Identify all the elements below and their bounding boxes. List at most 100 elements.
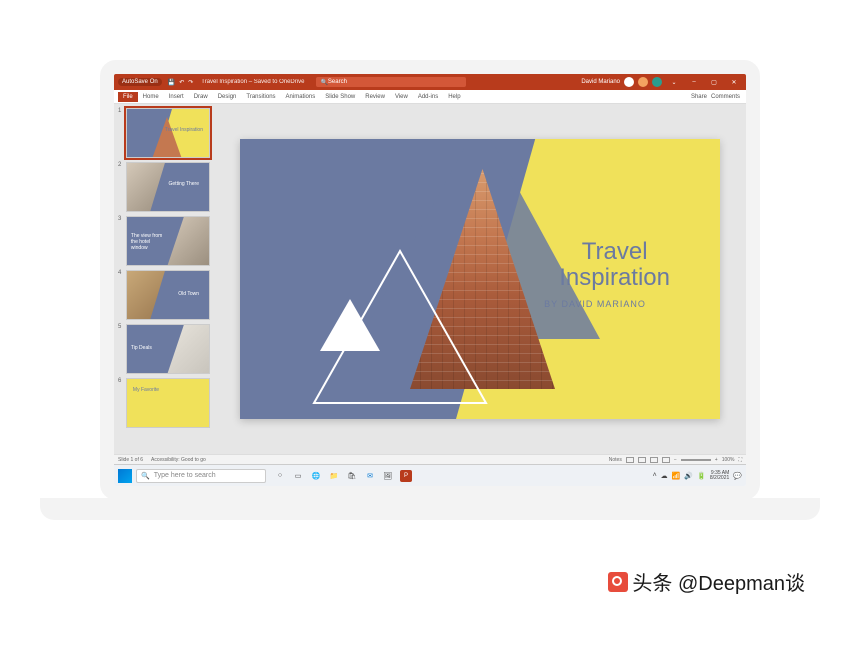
start-button[interactable] [118,469,132,483]
tab-design[interactable]: Design [213,92,242,102]
title-line-2: Inspiration [559,264,670,291]
thumbnail-panel[interactable]: 1 Travel Inspiration 2 Getting There 3 T… [114,104,214,454]
slide-title[interactable]: Travel Inspiration [559,239,670,292]
watermark: 头条 @Deepman谈 [608,567,805,596]
photos-icon[interactable]: 🖼 [382,470,394,482]
collab-avatar-2[interactable] [652,77,662,87]
system-clock[interactable]: 9:35 AM 8/2/2021 [710,471,729,481]
slide-thumbnail-5[interactable]: Tip Deals [126,324,210,374]
mail-icon[interactable]: ✉ [364,470,376,482]
tab-slideshow[interactable]: Slide Show [320,92,360,102]
thumb-number: 4 [118,270,126,320]
white-triangle [320,299,380,351]
thumb-number: 6 [118,378,126,428]
ribbon-tabs: File Home Insert Draw Design Transitions… [114,90,746,104]
autosave-label: AutoSave [122,79,148,85]
taskbar-search-placeholder: Type here to search [154,472,216,479]
workspace: 1 Travel Inspiration 2 Getting There 3 T… [114,104,746,454]
tab-transitions[interactable]: Transitions [241,92,280,102]
wifi-icon[interactable]: 📶 [672,472,681,480]
tab-home[interactable]: Home [138,92,164,102]
onedrive-icon[interactable]: ☁ [661,472,668,480]
tab-file[interactable]: File [118,92,138,102]
slideshow-view-icon[interactable] [662,457,670,463]
laptop-base [40,498,820,520]
search-placeholder: Search [328,79,347,85]
thumb-label: Tip Deals [131,345,152,351]
store-icon[interactable]: 🛍 [346,470,358,482]
zoom-out-icon[interactable]: − [674,457,677,463]
document-title: Travel Inspiration – Saved to OneDrive [201,79,304,85]
share-button[interactable]: Share [691,94,707,100]
notifications-icon[interactable]: 💬 [733,472,742,480]
thumb-label: Old Town [178,291,199,297]
powerpoint-icon[interactable]: P [400,470,412,482]
zoom-in-icon[interactable]: + [715,457,718,463]
user-avatar[interactable] [624,77,634,87]
thumb-number: 3 [118,216,126,266]
slide-counter[interactable]: Slide 1 of 6 [118,457,143,463]
slide-thumbnail-2[interactable]: Getting There [126,162,210,212]
tab-help[interactable]: Help [443,92,465,102]
slide-thumbnail-6[interactable]: My Favorite [126,378,210,428]
slide-editor[interactable]: Travel Inspiration BY DAVID MARIANO [214,104,746,454]
autosave-toggle[interactable]: AutoSave On [118,78,162,86]
reading-view-icon[interactable] [650,457,658,463]
search-icon: 🔍 [320,79,327,86]
slide-thumbnail-1[interactable]: Travel Inspiration [126,108,210,158]
title-bar: AutoSave On 💾 ↶ ↷ Travel Inspiration – S… [114,74,746,90]
autosave-state: On [150,79,158,85]
notes-button[interactable]: Notes [609,457,622,463]
zoom-slider[interactable] [681,459,711,461]
zoom-level[interactable]: 100% [722,457,735,463]
watermark-text: 头条 @Deepman谈 [632,567,805,596]
tab-animations[interactable]: Animations [281,92,321,102]
thumb-number: 1 [118,108,126,158]
cortana-icon[interactable]: ○ [274,470,286,482]
thumb-label: Travel Inspiration [165,127,203,133]
save-icon[interactable]: 💾 [168,79,175,86]
fit-window-icon[interactable]: ⛶ [738,457,742,463]
tab-insert[interactable]: Insert [164,92,189,102]
tab-review[interactable]: Review [360,92,390,102]
ribbon-display-icon[interactable]: ⌄ [666,79,682,86]
thumb-number: 5 [118,324,126,374]
edge-icon[interactable]: 🌐 [310,470,322,482]
tab-addins[interactable]: Add-ins [413,92,443,102]
tab-view[interactable]: View [390,92,413,102]
slide-thumbnail-3[interactable]: The view from the hotel window [126,216,210,266]
quick-access: 💾 ↶ ↷ [168,79,194,86]
redo-icon[interactable]: ↷ [188,79,193,86]
comments-button[interactable]: Comments [711,94,740,100]
thumb-label: Getting There [169,181,199,187]
tray-chevron-icon[interactable]: ˄ [653,472,657,479]
volume-icon[interactable]: 🔊 [684,472,693,480]
undo-icon[interactable]: ↶ [179,79,184,86]
search-box[interactable]: 🔍 Search [316,77,466,87]
collab-avatar-1[interactable] [638,77,648,87]
title-line-1: Travel [582,238,648,265]
windows-taskbar: 🔍 Type here to search ○ ▭ 🌐 📁 🛍 ✉ 🖼 P ˄ … [114,464,746,486]
current-slide[interactable]: Travel Inspiration BY DAVID MARIANO [240,139,720,419]
maximize-button[interactable]: ▢ [706,79,722,86]
normal-view-icon[interactable] [626,457,634,463]
user-name[interactable]: David Mariano [581,79,620,85]
minimize-button[interactable]: – [686,79,702,85]
tab-draw[interactable]: Draw [189,92,213,102]
task-view-icon[interactable]: ▭ [292,470,304,482]
close-button[interactable]: ✕ [726,79,742,86]
watermark-icon [608,572,628,592]
accessibility-status[interactable]: Accessibility: Good to go [151,457,206,463]
taskbar-search[interactable]: 🔍 Type here to search [136,469,266,483]
sorter-view-icon[interactable] [638,457,646,463]
explorer-icon[interactable]: 📁 [328,470,340,482]
laptop-screen: AutoSave On 💾 ↶ ↷ Travel Inspiration – S… [100,60,760,500]
slide-author[interactable]: BY DAVID MARIANO [525,299,665,309]
thumb-number: 2 [118,162,126,212]
battery-icon[interactable]: 🔋 [697,472,706,480]
slide-thumbnail-4[interactable]: Old Town [126,270,210,320]
clock-date: 8/2/2021 [710,476,729,481]
search-icon: 🔍 [141,472,150,480]
thumb-label: The view from the hotel window [131,233,165,251]
status-bar: Slide 1 of 6 Accessibility: Good to go N… [114,454,746,464]
